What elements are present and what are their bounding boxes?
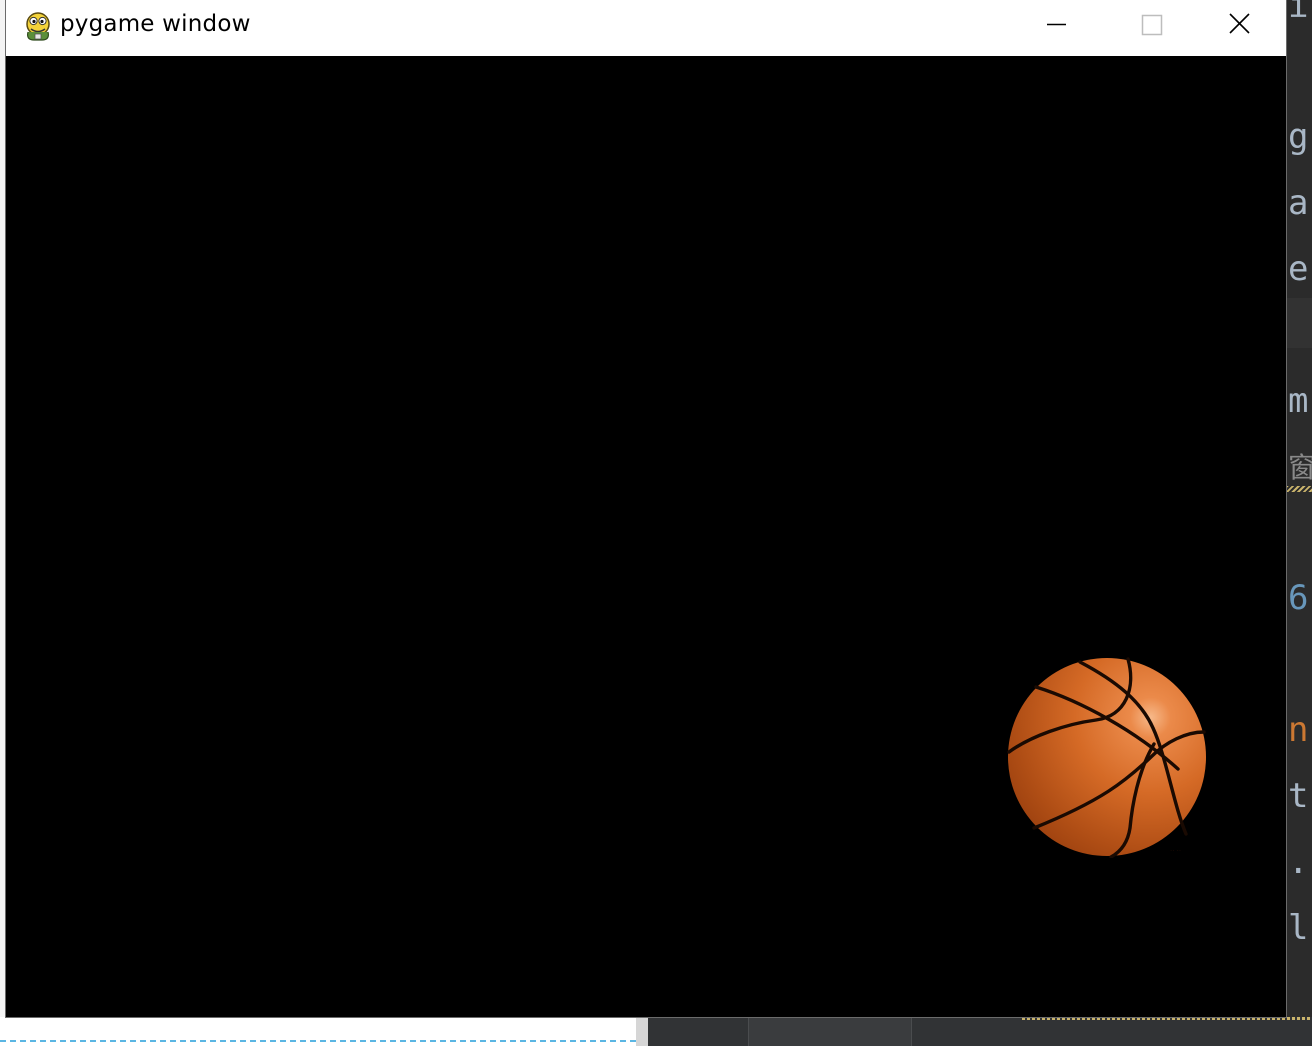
game-canvas[interactable]: .. ..	[6, 56, 1286, 1017]
warning-squiggle	[1286, 486, 1312, 492]
minimize-button[interactable]	[1010, 0, 1102, 50]
maximize-button[interactable]	[1102, 0, 1194, 50]
code-char: 窗	[1288, 451, 1312, 484]
background-panel	[0, 1017, 636, 1046]
pygame-window[interactable]: pygame window .. ..	[6, 0, 1286, 1017]
close-button[interactable]	[1194, 0, 1286, 50]
window-title: pygame window	[60, 11, 251, 37]
dashed-divider	[0, 1040, 636, 1042]
warning-squiggle	[1022, 1017, 1312, 1020]
basketball-icon: .. ..	[1007, 657, 1206, 858]
minimize-icon	[1047, 23, 1066, 26]
background-code-editor: i g a e m 窗 6 n t . l	[1286, 0, 1312, 1046]
background-gutter-column	[748, 1017, 912, 1046]
pygame-snake-icon	[26, 12, 50, 41]
background-splitter	[636, 1017, 648, 1046]
code-char: l	[1288, 908, 1309, 948]
code-char: g	[1288, 117, 1309, 157]
code-char: e	[1288, 249, 1309, 289]
code-char: t	[1288, 776, 1309, 816]
code-char: a	[1288, 183, 1309, 223]
code-char: .	[1288, 842, 1309, 882]
code-char: m	[1288, 381, 1309, 421]
close-icon	[1229, 13, 1250, 34]
code-char: n	[1288, 710, 1309, 750]
current-line-highlight	[1286, 298, 1312, 348]
title-bar[interactable]: pygame window	[6, 0, 1286, 56]
code-char: 6	[1288, 578, 1309, 618]
background-editor-gutter	[648, 1017, 1312, 1046]
maximize-icon	[1141, 14, 1163, 36]
svg-text:.. ..: .. ..	[1170, 845, 1181, 853]
code-char: i	[1288, 0, 1309, 26]
